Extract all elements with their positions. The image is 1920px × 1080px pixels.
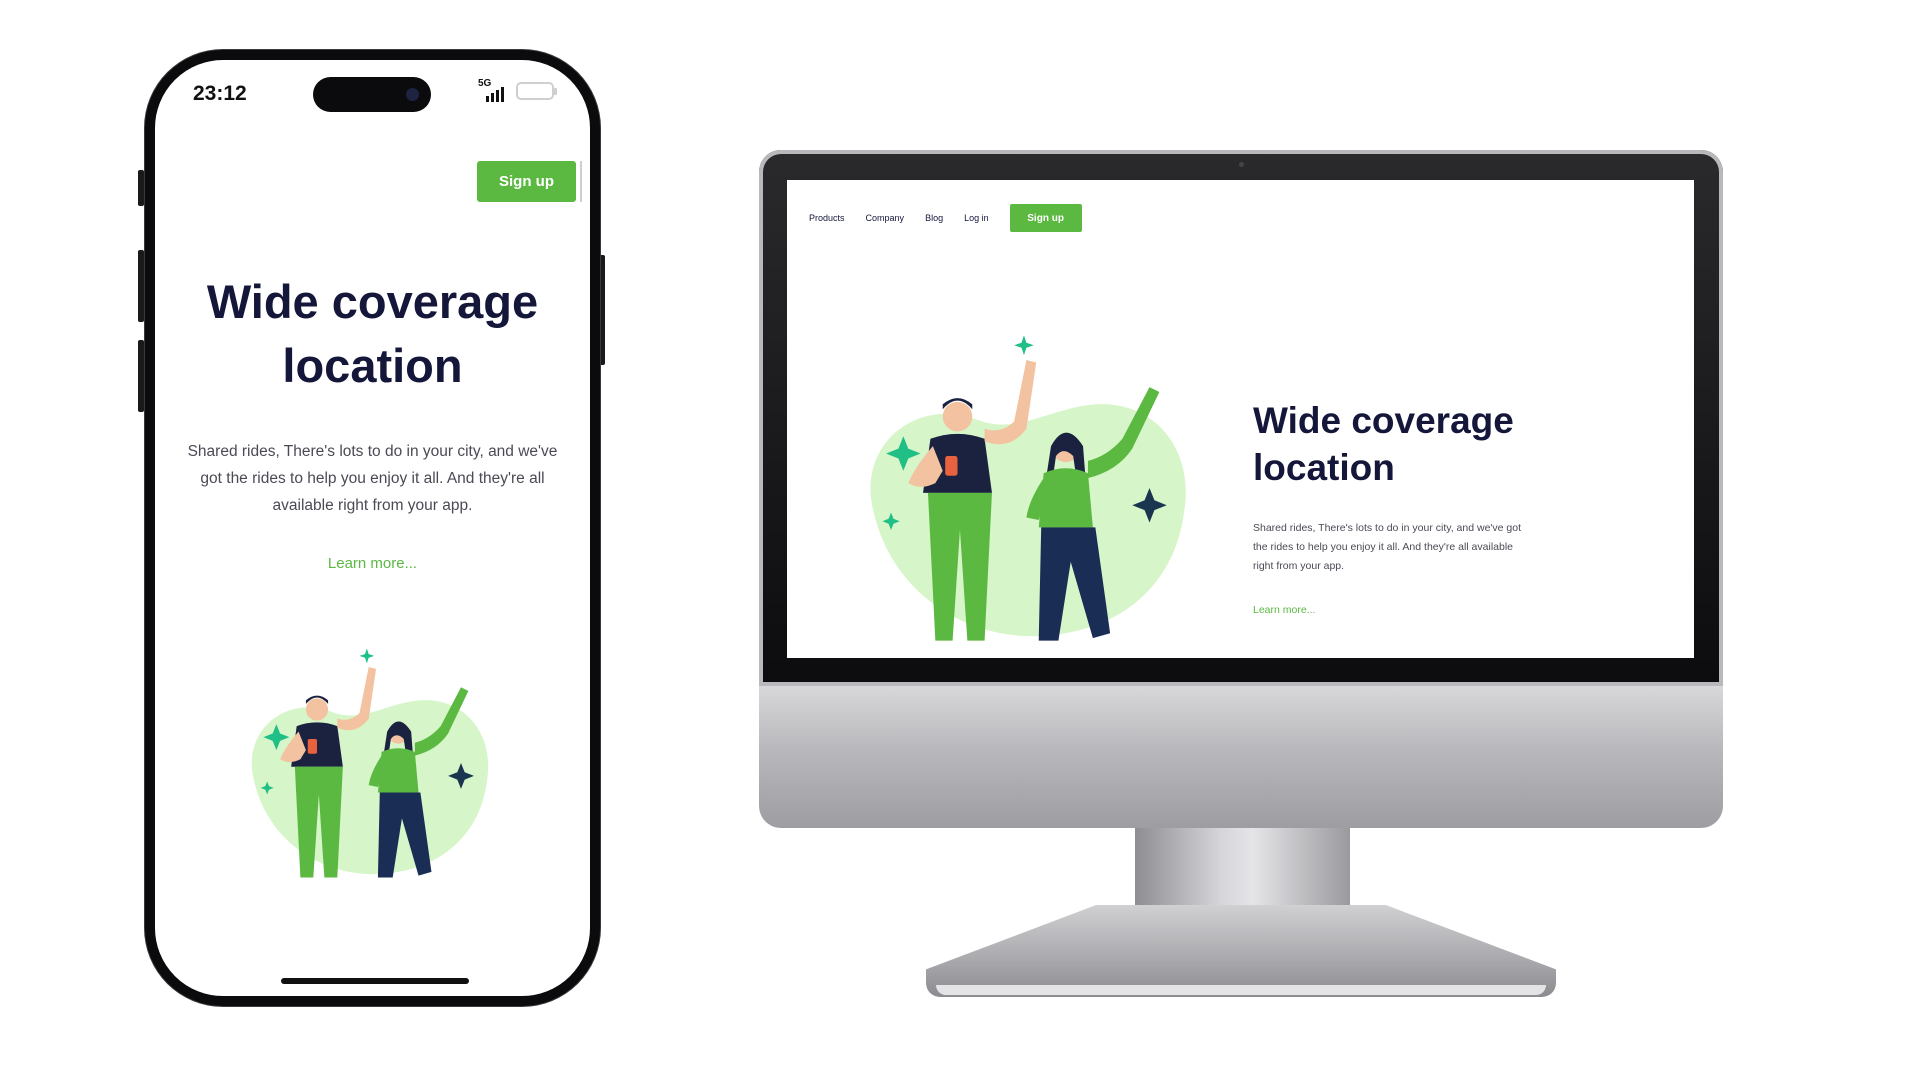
battery-icon <box>516 82 557 100</box>
desktop-hero-title: Wide coverage location <box>1253 400 1514 488</box>
phone-action-button <box>138 170 144 206</box>
home-indicator <box>281 978 469 984</box>
monitor-stand-base <box>926 905 1556 997</box>
scroll-edge <box>580 161 582 202</box>
mobile-learn-more-link[interactable]: Learn more... <box>155 555 590 572</box>
mobile-hero-body: Shared rides, There's lots to do in your… <box>187 443 558 514</box>
phone-volume-down <box>138 340 144 412</box>
monitor-chin <box>759 686 1723 828</box>
desktop-navbar: Products Company Blog Log in Sign up <box>809 204 1082 232</box>
camera-icon <box>406 88 419 101</box>
mobile-signup-button[interactable]: Sign up <box>477 161 576 202</box>
mobile-device-frame: 23:12 5G Sign up Wide coverage location … <box>145 50 600 1006</box>
nav-products[interactable]: Products <box>809 213 845 223</box>
mobile-hero-illustration <box>235 643 495 883</box>
nav-login[interactable]: Log in <box>964 213 989 223</box>
monitor-stand-neck <box>1135 828 1350 916</box>
phone-volume-up <box>138 250 144 322</box>
desktop-hero-body: Shared rides, There's lots to do in your… <box>1253 522 1522 572</box>
desktop-screen: Products Company Blog Log in Sign up Wid… <box>787 180 1694 658</box>
network-label: 5G <box>478 78 492 89</box>
status-indicators: 5G <box>478 78 557 102</box>
webcam-icon <box>1239 162 1244 167</box>
mobile-hero-title: Wide coverage location <box>206 275 539 392</box>
nav-blog[interactable]: Blog <box>925 213 943 223</box>
desktop-signup-button[interactable]: Sign up <box>1009 204 1082 232</box>
monitor-stand-edge <box>936 985 1546 995</box>
dynamic-island <box>313 77 431 112</box>
signal-icon: 5G <box>478 78 504 102</box>
nav-company[interactable]: Company <box>866 213 905 223</box>
desktop-hero-illustration <box>849 328 1194 648</box>
status-time: 23:12 <box>193 82 247 105</box>
desktop-monitor-bezel: Products Company Blog Log in Sign up Wid… <box>759 150 1723 686</box>
desktop-learn-more-link[interactable]: Learn more... <box>1253 604 1315 616</box>
